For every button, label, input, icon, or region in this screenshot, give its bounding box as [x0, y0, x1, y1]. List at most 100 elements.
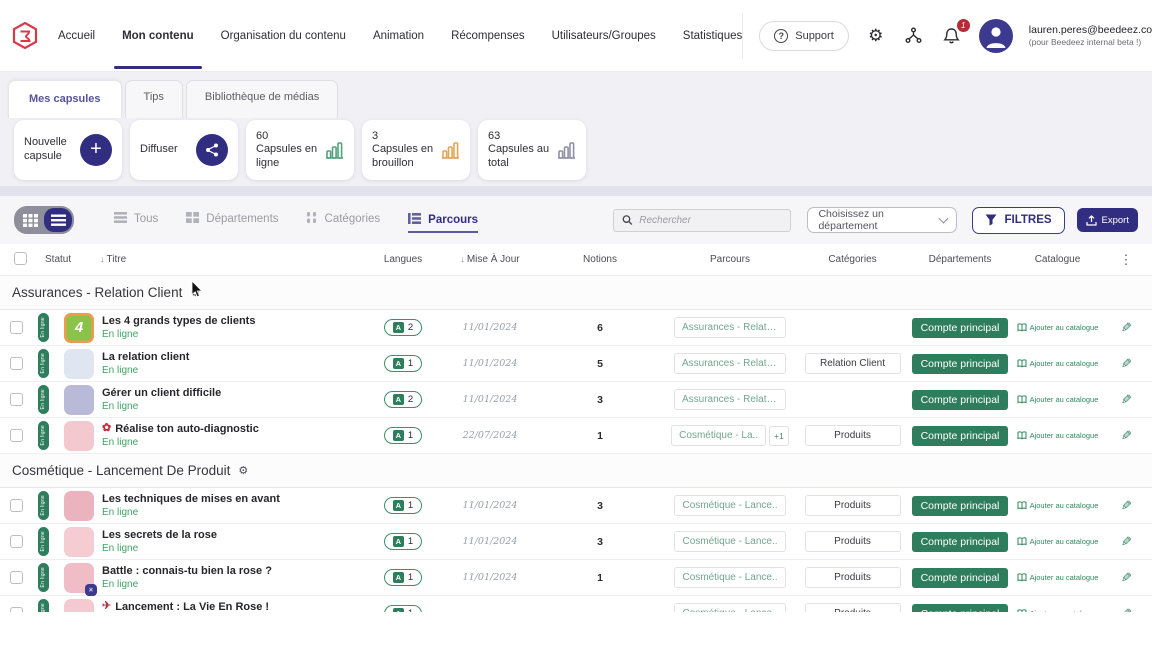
- table-row[interactable]: En ligne La relation client En ligne A 1…: [0, 346, 1152, 382]
- nav-item-animation[interactable]: Animation: [373, 0, 424, 71]
- capsule-title[interactable]: Battle : connais-tu bien la rose ?: [102, 564, 272, 578]
- grid-view-icon[interactable]: [16, 208, 44, 232]
- edit-pencil-icon[interactable]: ✎: [1121, 534, 1132, 550]
- edit-pencil-icon[interactable]: ✎: [1121, 320, 1132, 336]
- row-checkbox[interactable]: [10, 535, 23, 548]
- nav-item-mon-contenu[interactable]: Mon contenu: [122, 0, 194, 71]
- capsule-title[interactable]: Les secrets de la rose: [102, 528, 217, 542]
- table-row[interactable]: En ligne ✿Réalise ton auto-diagnostic En…: [0, 418, 1152, 454]
- export-button[interactable]: Export: [1077, 208, 1138, 232]
- capsule-thumbnail[interactable]: ✕: [64, 563, 94, 593]
- col-parcours[interactable]: Parcours: [660, 254, 800, 265]
- tab-mes-capsules[interactable]: Mes capsules: [8, 80, 122, 118]
- add-to-catalogue-link[interactable]: Ajouter au catalogue: [1017, 359, 1099, 368]
- row-checkbox[interactable]: [10, 321, 23, 334]
- capsule-title[interactable]: Les 4 grands types de clients: [102, 314, 255, 328]
- parcours-tag[interactable]: Assurances - Relatio..: [674, 317, 786, 338]
- parcours-extra-tag[interactable]: +1: [769, 426, 789, 446]
- beedeez-logo-icon[interactable]: [10, 21, 40, 51]
- header-kebab-icon[interactable]: ⋮: [1100, 252, 1152, 268]
- col-categories[interactable]: Catégories: [800, 254, 905, 265]
- nav-item-utilisateurs-groupes[interactable]: Utilisateurs/Groupes: [552, 0, 656, 71]
- view-filter-categories[interactable]: Catégories: [307, 212, 381, 228]
- support-button[interactable]: ? Support: [759, 21, 849, 51]
- integrations-icon[interactable]: [903, 25, 925, 47]
- table-row[interactable]: En ligne 4 Les 4 grands types de clients…: [0, 310, 1152, 346]
- capsule-title[interactable]: Gérer un client difficile: [102, 386, 221, 400]
- add-to-catalogue-link[interactable]: Ajouter au catalogue: [1017, 537, 1099, 546]
- col-notions[interactable]: Notions: [540, 254, 660, 265]
- group-settings-gear-icon[interactable]: ⚙: [190, 286, 200, 299]
- category-tag[interactable]: Produits: [805, 603, 901, 612]
- languages-pill[interactable]: A 2: [384, 319, 422, 336]
- row-checkbox[interactable]: [10, 571, 23, 584]
- capsule-title[interactable]: Les techniques de mises en avant: [102, 492, 280, 506]
- row-checkbox[interactable]: [10, 429, 23, 442]
- view-filter-tous[interactable]: Tous: [114, 212, 158, 228]
- table-row[interactable]: En ligne Les secrets de la rose En ligne…: [0, 524, 1152, 560]
- capsule-thumbnail[interactable]: [64, 527, 94, 557]
- col-mise-a-jour[interactable]: ↓Mise À Jour: [440, 254, 540, 265]
- parcours-tag[interactable]: Cosmétique - Lance..: [674, 603, 785, 612]
- add-to-catalogue-link[interactable]: Ajouter au catalogue: [1017, 395, 1099, 404]
- parcours-tag[interactable]: Assurances - Relatio..: [674, 353, 786, 374]
- settings-gear-icon[interactable]: ⚙: [865, 25, 887, 47]
- table-row[interactable]: En ligne Les techniques de mises en avan…: [0, 488, 1152, 524]
- row-checkbox[interactable]: [10, 499, 23, 512]
- languages-pill[interactable]: A 1: [384, 605, 422, 612]
- category-tag[interactable]: Produits: [805, 425, 901, 446]
- languages-pill[interactable]: A 1: [384, 355, 422, 372]
- parcours-tag[interactable]: Cosmétique - Lance..: [674, 567, 785, 588]
- languages-pill[interactable]: A 1: [384, 427, 422, 444]
- capsule-thumbnail[interactable]: [64, 491, 94, 521]
- filters-button[interactable]: FILTRES: [972, 207, 1064, 234]
- search-box[interactable]: [613, 209, 791, 232]
- row-checkbox[interactable]: [10, 357, 23, 370]
- languages-pill[interactable]: A 1: [384, 533, 422, 550]
- nav-item-recompenses[interactable]: Récompenses: [451, 0, 525, 71]
- notifications-bell-icon[interactable]: 1: [941, 25, 963, 47]
- add-to-catalogue-link[interactable]: Ajouter au catalogue: [1017, 323, 1099, 332]
- capsule-title[interactable]: Lancement : La Vie En Rose !: [115, 600, 269, 612]
- layout-toggle[interactable]: [14, 206, 74, 234]
- edit-pencil-icon[interactable]: ✎: [1121, 606, 1132, 613]
- nav-item-organisation-du-contenu[interactable]: Organisation du contenu: [221, 0, 346, 71]
- diffuse-card[interactable]: Diffuser: [130, 120, 238, 180]
- search-input[interactable]: [639, 215, 782, 226]
- col-statut[interactable]: Statut: [30, 254, 100, 265]
- category-tag[interactable]: Produits: [805, 531, 901, 552]
- nav-item-accueil[interactable]: Accueil: [58, 0, 95, 71]
- table-row[interactable]: En ligne Gérer un client difficile En li…: [0, 382, 1152, 418]
- capsule-thumbnail[interactable]: [64, 599, 94, 613]
- edit-pencil-icon[interactable]: ✎: [1121, 570, 1132, 586]
- col-catalogue[interactable]: Catalogue: [1015, 254, 1100, 265]
- parcours-tag[interactable]: Cosmétique - Lance..: [674, 495, 785, 516]
- edit-pencil-icon[interactable]: ✎: [1121, 392, 1132, 408]
- edit-pencil-icon[interactable]: ✎: [1121, 356, 1132, 372]
- tab-bibliotheque-de-medias[interactable]: Bibliothèque de médias: [186, 80, 338, 118]
- parcours-tag[interactable]: Cosmétique - La..: [671, 425, 766, 446]
- capsule-thumbnail[interactable]: [64, 385, 94, 415]
- row-checkbox[interactable]: [10, 393, 23, 406]
- capsule-thumbnail[interactable]: 4: [64, 313, 94, 343]
- tab-tips[interactable]: Tips: [125, 80, 183, 118]
- add-to-catalogue-link[interactable]: Ajouter au catalogue: [1017, 431, 1099, 440]
- view-filter-departements[interactable]: Départements: [186, 212, 278, 228]
- category-tag[interactable]: Produits: [805, 495, 901, 516]
- col-langues[interactable]: Langues: [366, 254, 440, 265]
- edit-pencil-icon[interactable]: ✎: [1121, 498, 1132, 514]
- row-checkbox[interactable]: [10, 607, 23, 612]
- department-select[interactable]: Choisissez un département: [807, 207, 957, 233]
- user-menu[interactable]: lauren.peres@beedeez.com (pour Beedeez i…: [1029, 24, 1152, 48]
- col-departements[interactable]: Départements: [905, 254, 1015, 265]
- category-tag[interactable]: Produits: [805, 567, 901, 588]
- nav-item-statistiques[interactable]: Statistiques: [683, 0, 742, 71]
- add-to-catalogue-link[interactable]: Ajouter au catalogue: [1017, 609, 1099, 612]
- list-view-icon[interactable]: [44, 208, 72, 232]
- add-to-catalogue-link[interactable]: Ajouter au catalogue: [1017, 573, 1099, 582]
- parcours-tag[interactable]: Cosmétique - Lance..: [674, 531, 785, 552]
- languages-pill[interactable]: A 1: [384, 569, 422, 586]
- capsule-title[interactable]: La relation client: [102, 350, 189, 364]
- user-avatar[interactable]: [979, 19, 1013, 53]
- languages-pill[interactable]: A 1: [384, 497, 422, 514]
